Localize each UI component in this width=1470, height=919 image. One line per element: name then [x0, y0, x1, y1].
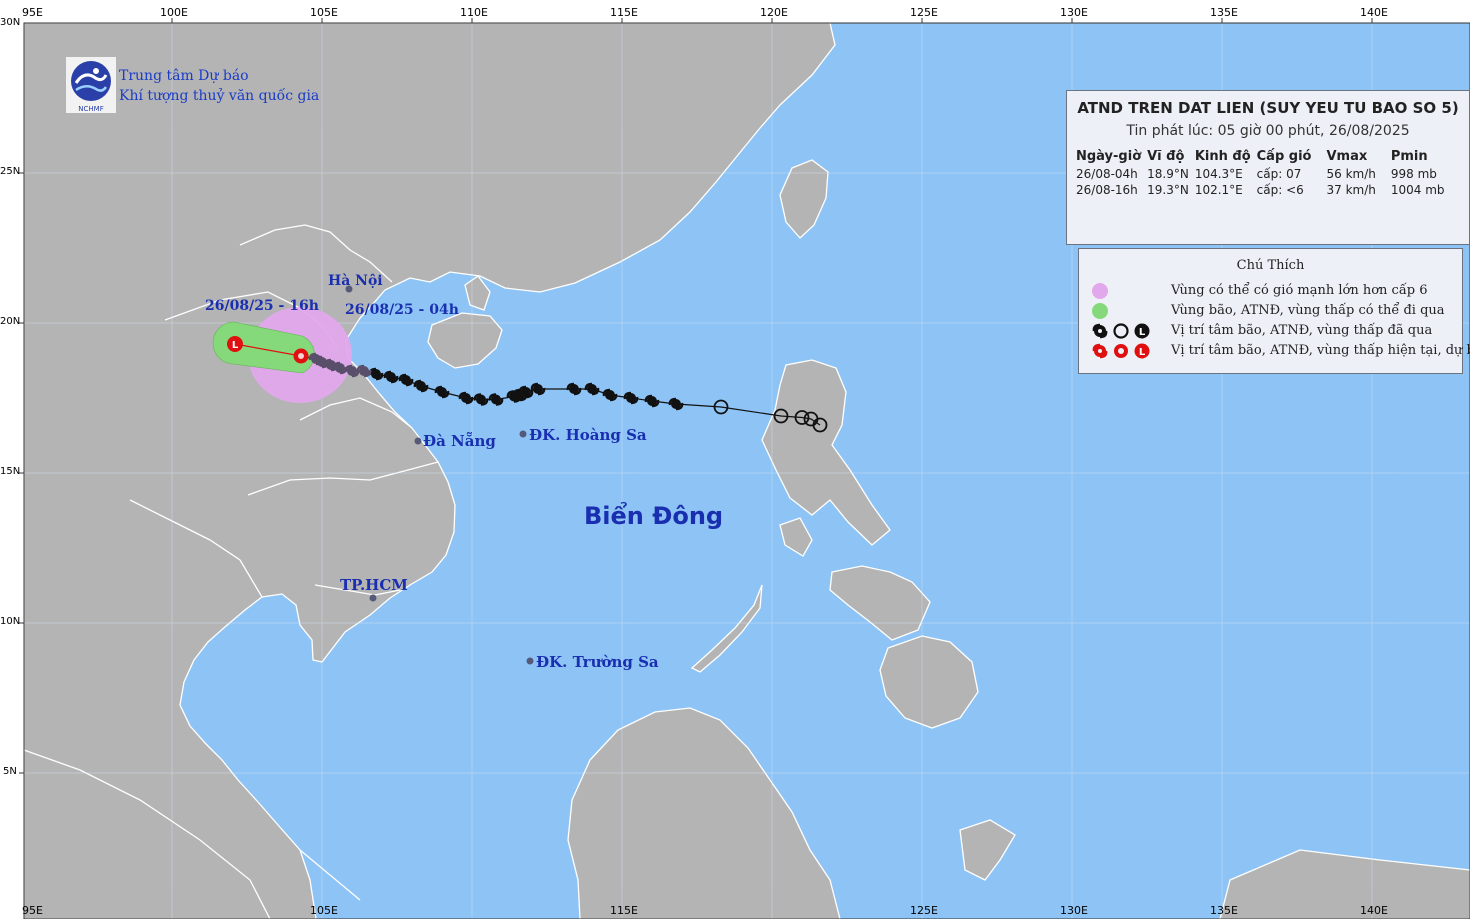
legend-label: Vị trí tâm bão, ATNĐ, vùng thấp hiện tại…	[1171, 343, 1470, 358]
cell: 998 mb	[1390, 167, 1437, 181]
cell: 102.1°E	[1194, 183, 1243, 197]
lon-tick-95-top: 95E	[22, 6, 43, 19]
legend-label: Vùng bão, ATNĐ, vùng thấp có thể đi qua	[1171, 303, 1445, 318]
black-storm-symbols-icon: L	[1092, 323, 1150, 339]
org-name-line2: Khí tượng thuỷ văn quốc gia	[119, 88, 320, 104]
svg-text:L: L	[1139, 327, 1146, 338]
label-hanoi: Hà Nội	[328, 273, 383, 289]
bulletin-title: ATND TREN DAT LIEN (SUY YEU TU BAO SO 5)	[1077, 99, 1459, 117]
forecast-table: Ngày-giờ Vĩ độ Kinh độ Cấp gió Vmax Pmin…	[1073, 147, 1448, 198]
lon-tick-140-top: 140E	[1360, 6, 1388, 19]
lon-tick-105-top: 105E	[310, 6, 338, 19]
lon-tick-95-bottom: 95E	[22, 904, 43, 917]
forecast-position-marker: L	[227, 336, 243, 352]
green-circle-icon	[1092, 303, 1108, 319]
svg-text:L: L	[1139, 347, 1146, 358]
lon-tick-105-bottom: 105E	[310, 904, 338, 917]
nchmf-logo: NCHMF	[66, 57, 116, 113]
lon-tick-140-bottom: 140E	[1360, 904, 1388, 917]
col-pmin: Pmin	[1390, 149, 1428, 164]
col-datetime: Ngày-giờ	[1076, 149, 1142, 164]
lon-tick-125-bottom: 125E	[910, 904, 938, 917]
col-lon: Kinh độ	[1194, 149, 1251, 164]
legend-item-cone: Vùng bão, ATNĐ, vùng thấp có thể đi qua	[1089, 301, 1459, 321]
legend-item-past: L Vị trí tâm bão, ATNĐ, vùng thấp đã qua	[1089, 321, 1459, 341]
lon-tick-125-top: 125E	[910, 6, 938, 19]
legend-panel: Chú Thích Vùng có thể có gió mạnh lớn hơ…	[1078, 248, 1470, 374]
legend-title: Chú Thích	[1236, 258, 1305, 273]
cell: 26/08-04h	[1076, 167, 1138, 181]
legend-item-wind-zone: Vùng có thể có gió mạnh lớn hơn cấp 6	[1089, 281, 1459, 301]
lon-tick-130-bottom: 130E	[1060, 904, 1088, 917]
svg-text:L: L	[232, 340, 239, 351]
lon-tick-110-top: 110E	[460, 6, 488, 19]
cell: 18.9°N	[1147, 167, 1189, 181]
col-lat: Vĩ độ	[1147, 149, 1185, 164]
lat-tick-30: 30N	[0, 17, 21, 28]
legend-label: Vị trí tâm bão, ATNĐ, vùng thấp đã qua	[1171, 323, 1433, 338]
col-vmax: Vmax	[1326, 149, 1368, 164]
label-bien-dong: Biển Đông	[584, 502, 724, 530]
label-current-time: 26/08/25 - 04h	[345, 302, 459, 318]
label-danang: Đà Nẵng	[423, 432, 496, 450]
red-storm-symbols-icon: L	[1092, 343, 1150, 359]
table-row: 26/08-16h 19.3°N 102.1°E cấp: <6 37 km/h…	[1073, 182, 1448, 198]
col-wind-level: Cấp gió	[1256, 149, 1312, 164]
bulletin-issued-time: Tin phát lúc: 05 giờ 00 phút, 26/08/2025	[1126, 123, 1410, 139]
legend-item-current: L Vị trí tâm bão, ATNĐ, vùng thấp hiện t…	[1089, 341, 1470, 361]
logo-text: NCHMF	[78, 105, 103, 113]
truongsa-dot	[526, 657, 534, 665]
lat-tick-15: 15N	[0, 466, 21, 477]
danang-dot	[414, 437, 422, 445]
lon-tick-120-top: 120E	[760, 6, 788, 19]
lat-tick-20: 20N	[0, 316, 21, 327]
lon-tick-135-bottom: 135E	[1210, 904, 1238, 917]
lon-tick-130-top: 130E	[1060, 6, 1088, 19]
lat-tick-10: 10N	[0, 616, 21, 627]
purple-circle-icon	[1092, 283, 1108, 299]
cell: 1004 mb	[1390, 183, 1445, 197]
cell: cấp: 07	[1256, 167, 1302, 181]
lon-tick-115-top: 115E	[610, 6, 638, 19]
legend-label: Vùng có thể có gió mạnh lớn hơn cấp 6	[1171, 283, 1428, 298]
lon-tick-135-top: 135E	[1210, 6, 1238, 19]
cell: 104.3°E	[1194, 167, 1243, 181]
hoangsa-dot	[519, 430, 527, 438]
cell: cấp: <6	[1256, 183, 1304, 197]
label-hoangsa: ĐK. Hoàng Sa	[529, 426, 647, 444]
org-name-line1: Trung tâm Dự báo	[119, 68, 249, 84]
table-row: 26/08-04h 18.9°N 104.3°E cấp: 07 56 km/h…	[1073, 166, 1448, 182]
hcm-dot	[369, 594, 377, 602]
lat-tick-25: 25N	[0, 166, 21, 177]
cell: 37 km/h	[1326, 183, 1376, 197]
lon-tick-100-top: 100E	[160, 6, 188, 19]
lat-tick-5: 5N	[3, 766, 17, 777]
cell: 19.3°N	[1147, 183, 1189, 197]
lon-tick-115-bottom: 115E	[610, 904, 638, 917]
bulletin-panel: ATND TREN DAT LIEN (SUY YEU TU BAO SO 5)…	[1066, 90, 1470, 245]
cell: 56 km/h	[1326, 167, 1376, 181]
label-hcm: TP.HCM	[340, 576, 408, 594]
current-position-marker	[293, 348, 309, 364]
label-truongsa: ĐK. Trường Sa	[536, 653, 659, 671]
label-forecast-time: 26/08/25 - 16h	[205, 298, 319, 314]
cell: 26/08-16h	[1076, 183, 1138, 197]
